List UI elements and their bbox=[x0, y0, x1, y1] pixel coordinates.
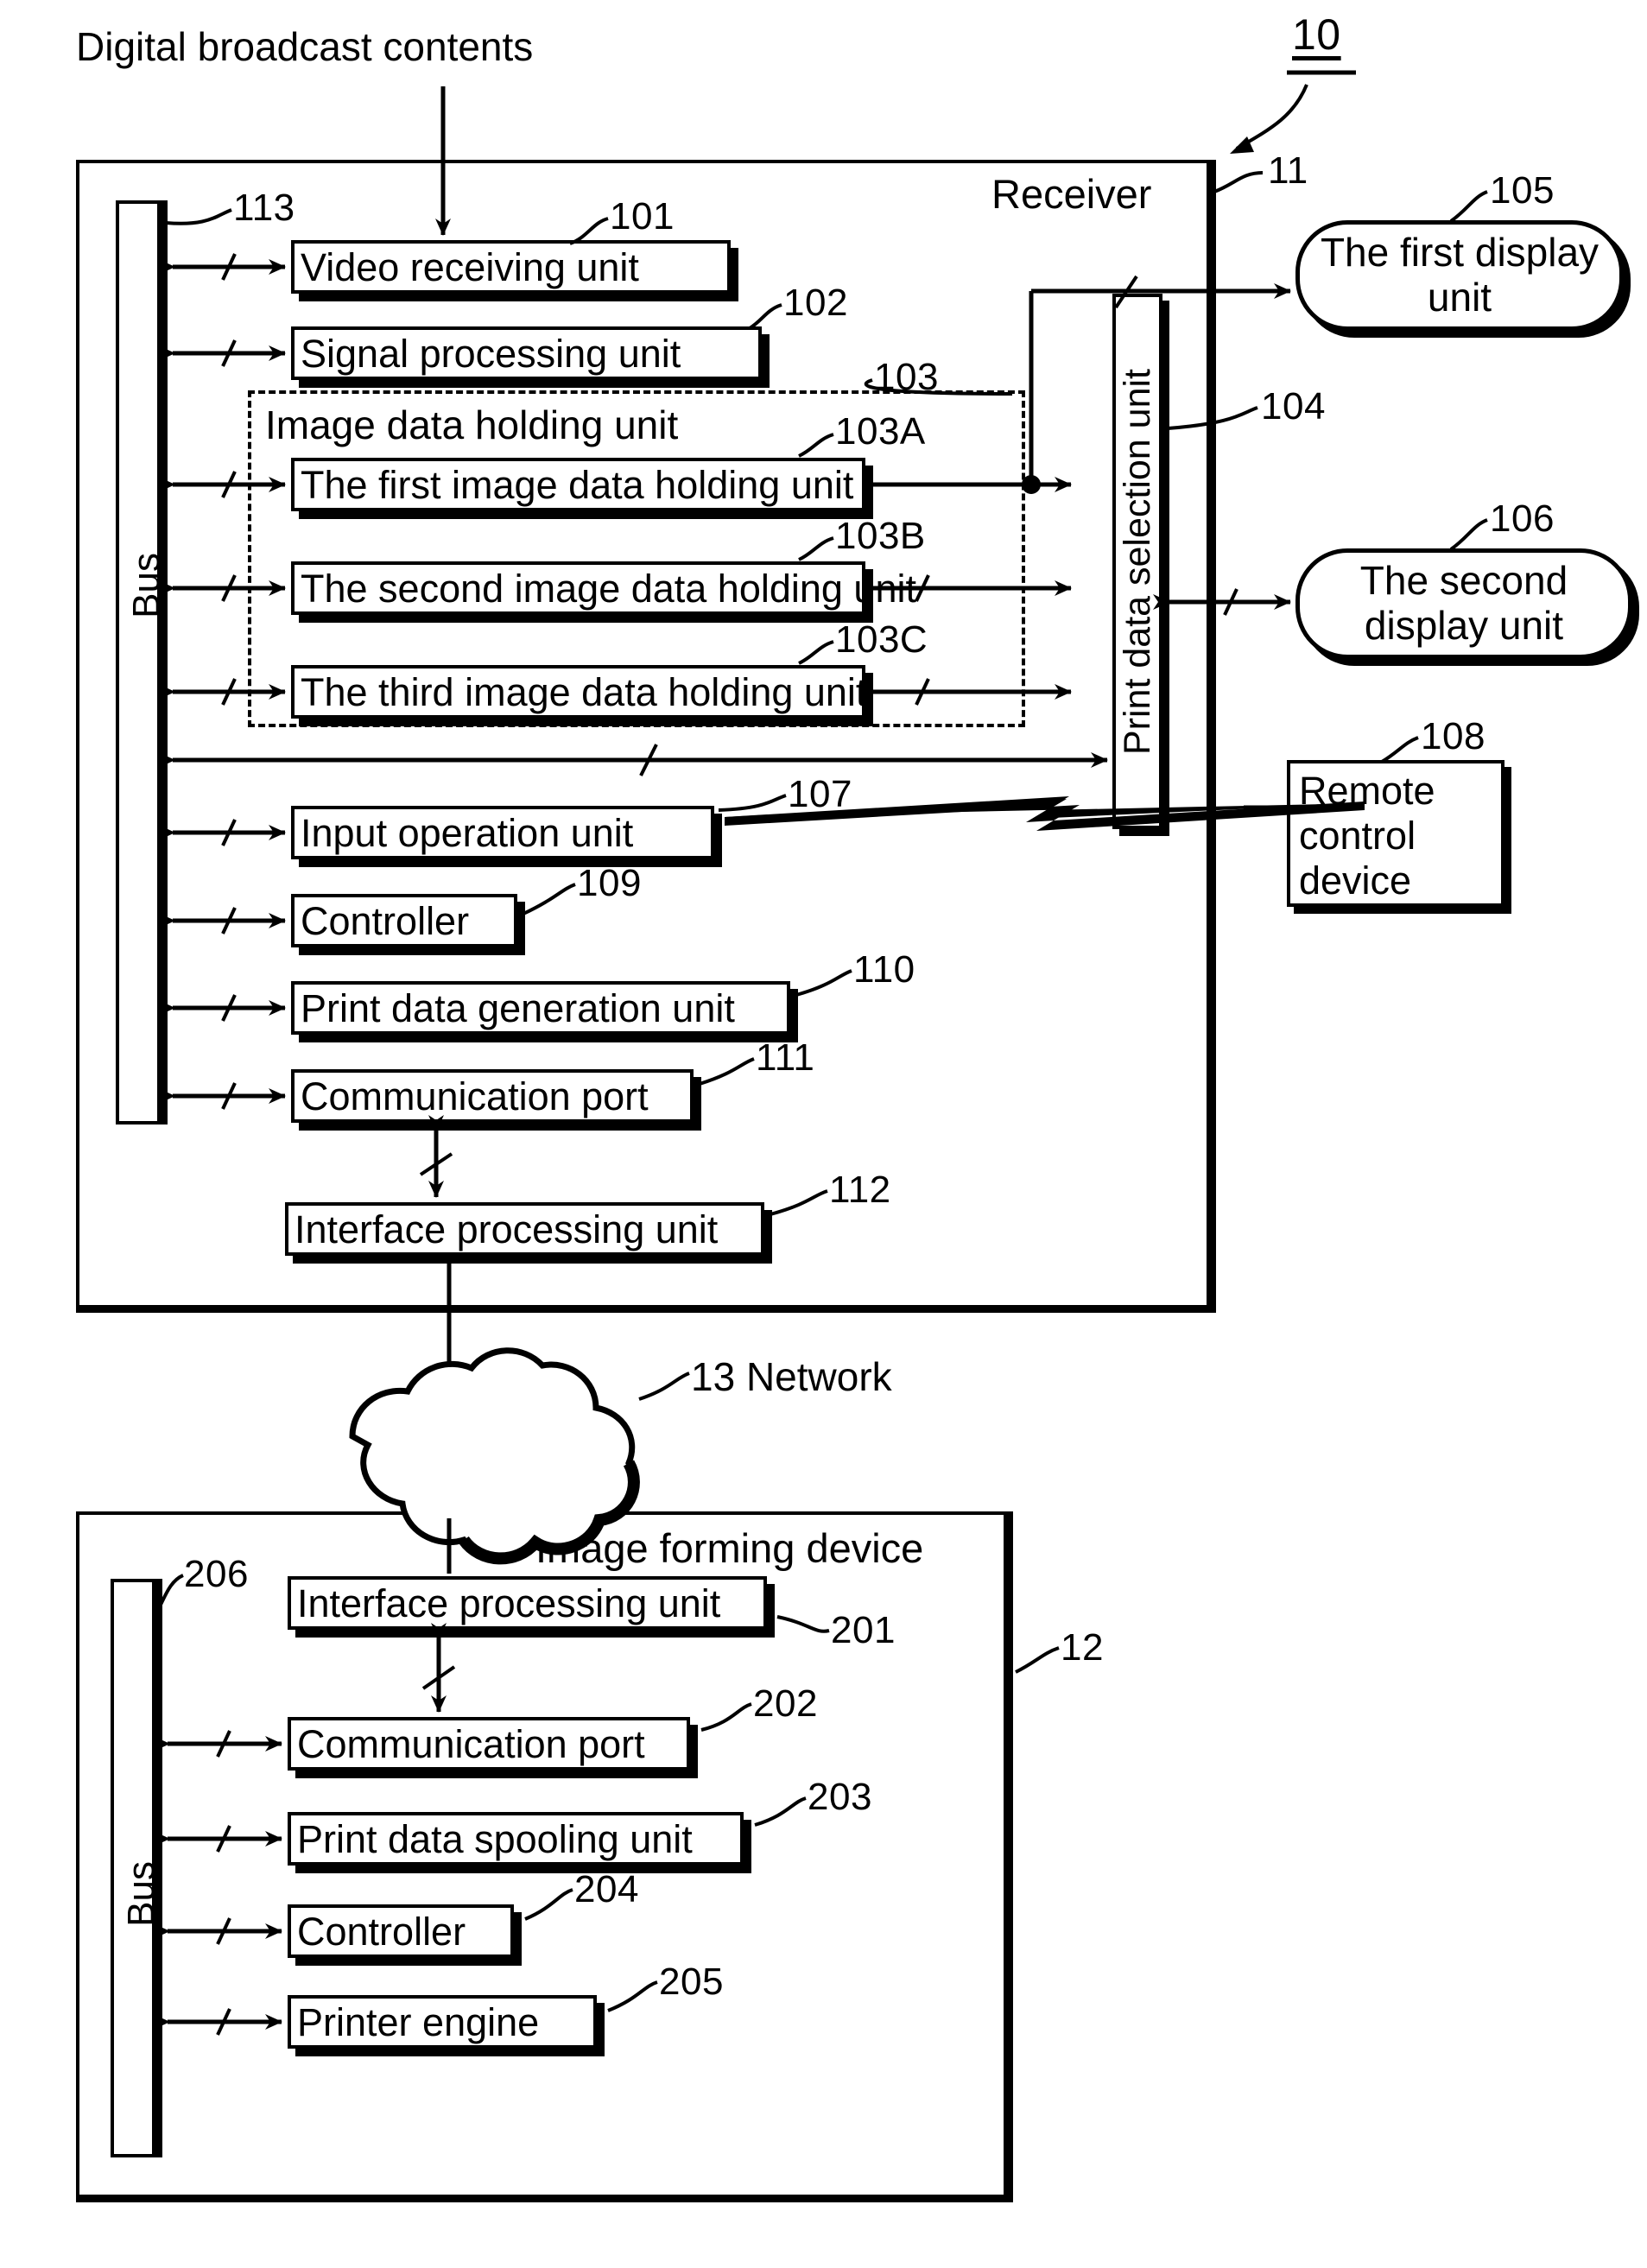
block-interface-processing-unit-ifd-label: Interface processing unit bbox=[297, 1581, 721, 1625]
receiver-bus-ref-113: 113 bbox=[233, 187, 295, 229]
block-printer-engine[interactable]: Printer engine bbox=[288, 1995, 597, 2049]
block-first-image-data-holding-unit[interactable]: The first image data holding unit bbox=[291, 458, 865, 511]
ref-104: 104 bbox=[1261, 385, 1326, 428]
block-communication-port-receiver-label: Communication port bbox=[301, 1074, 649, 1118]
ref-102: 102 bbox=[783, 282, 848, 324]
ref-103C: 103C bbox=[835, 618, 928, 661]
first-display-unit[interactable]: The first display unit bbox=[1295, 220, 1624, 331]
ref-110: 110 bbox=[853, 948, 915, 991]
image-forming-device-bus-ref-206: 206 bbox=[184, 1553, 249, 1595]
receiver-title: Receiver bbox=[991, 171, 1152, 217]
ref-108: 108 bbox=[1421, 715, 1485, 757]
block-video-receiving-unit-label: Video receiving unit bbox=[301, 244, 639, 289]
remote-control-device-line2: control bbox=[1299, 813, 1416, 858]
second-display-unit[interactable]: The second display unit bbox=[1295, 548, 1632, 659]
block-controller-ifd[interactable]: Controller bbox=[288, 1904, 514, 1958]
patent-figure-page: Digital broadcast contents 10 Receiver 1… bbox=[0, 0, 1647, 2268]
ref-103: 103 bbox=[874, 356, 939, 398]
first-display-unit-label: The first display unit bbox=[1320, 230, 1599, 320]
receiver-bus bbox=[116, 200, 161, 1124]
ref-112: 112 bbox=[829, 1169, 891, 1211]
ref-103A: 103A bbox=[835, 410, 926, 453]
block-communication-port-ifd-label: Communication port bbox=[297, 1721, 645, 1766]
receiver-bus-label: Bus bbox=[125, 553, 168, 618]
block-input-operation-unit-label: Input operation unit bbox=[301, 810, 634, 855]
ref-103B: 103B bbox=[835, 515, 926, 557]
image-forming-device-bus-label: Bus bbox=[120, 1861, 162, 1927]
block-interface-processing-unit-receiver-label: Interface processing unit bbox=[295, 1207, 719, 1251]
block-third-image-data-holding-unit[interactable]: The third image data holding unit bbox=[291, 665, 866, 719]
block-controller-ifd-label: Controller bbox=[297, 1909, 466, 1954]
ref-101: 101 bbox=[610, 195, 675, 238]
print-data-selection-unit[interactable]: Print data selection unit bbox=[1112, 294, 1162, 829]
ref-205: 205 bbox=[659, 1961, 724, 2003]
print-data-selection-unit-label: Print data selection unit bbox=[1116, 368, 1158, 755]
ref-109: 109 bbox=[577, 862, 642, 904]
block-interface-processing-unit-receiver[interactable]: Interface processing unit bbox=[285, 1202, 764, 1256]
block-communication-port-ifd[interactable]: Communication port bbox=[288, 1717, 690, 1771]
block-interface-processing-unit-ifd[interactable]: Interface processing unit bbox=[288, 1576, 767, 1630]
digital-broadcast-contents-label: Digital broadcast contents bbox=[76, 24, 534, 69]
remote-control-device[interactable]: Remote control device bbox=[1287, 760, 1504, 907]
remote-control-device-line1: Remote bbox=[1299, 769, 1435, 813]
ref-105: 105 bbox=[1490, 169, 1555, 212]
ref-111: 111 bbox=[756, 1036, 815, 1079]
block-third-image-data-holding-unit-label: The third image data holding unit bbox=[301, 669, 867, 714]
block-second-image-data-holding-unit[interactable]: The second image data holding unit bbox=[291, 561, 916, 615]
block-print-data-spooling-unit-label: Print data spooling unit bbox=[297, 1816, 693, 1861]
block-controller-receiver-label: Controller bbox=[301, 898, 470, 943]
network-label: 13 Network bbox=[691, 1354, 892, 1399]
system-ref-10: 10 bbox=[1292, 10, 1341, 59]
image-forming-device-title: Image forming device bbox=[535, 1525, 924, 1571]
ref-107: 107 bbox=[788, 773, 852, 815]
ref-201: 201 bbox=[831, 1609, 896, 1651]
block-first-image-data-holding-unit-label: The first image data holding unit bbox=[301, 462, 854, 507]
block-input-operation-unit[interactable]: Input operation unit bbox=[291, 806, 714, 859]
block-signal-processing-unit[interactable]: Signal processing unit bbox=[291, 326, 762, 380]
ref-204: 204 bbox=[574, 1868, 639, 1910]
ref-202: 202 bbox=[753, 1682, 818, 1725]
block-second-image-data-holding-unit-label: The second image data holding unit bbox=[301, 566, 916, 611]
ref-203: 203 bbox=[808, 1776, 872, 1818]
block-controller-receiver[interactable]: Controller bbox=[291, 894, 517, 947]
block-printer-engine-label: Printer engine bbox=[297, 1999, 540, 2044]
block-print-data-generation-unit-label: Print data generation unit bbox=[301, 985, 735, 1030]
receiver-ref-11: 11 bbox=[1268, 149, 1308, 192]
block-signal-processing-unit-label: Signal processing unit bbox=[301, 331, 681, 376]
remote-control-device-line3: device bbox=[1299, 858, 1412, 903]
image-forming-device-ref-12: 12 bbox=[1061, 1626, 1104, 1669]
block-video-receiving-unit[interactable]: Video receiving unit bbox=[291, 240, 731, 294]
block-communication-port-receiver[interactable]: Communication port bbox=[291, 1069, 694, 1123]
image-data-holding-unit-label: Image data holding unit bbox=[265, 402, 679, 447]
second-display-unit-label: The second display unit bbox=[1359, 558, 1568, 648]
block-print-data-spooling-unit[interactable]: Print data spooling unit bbox=[288, 1812, 744, 1866]
block-print-data-generation-unit[interactable]: Print data generation unit bbox=[291, 981, 790, 1035]
ref-106: 106 bbox=[1490, 497, 1555, 540]
